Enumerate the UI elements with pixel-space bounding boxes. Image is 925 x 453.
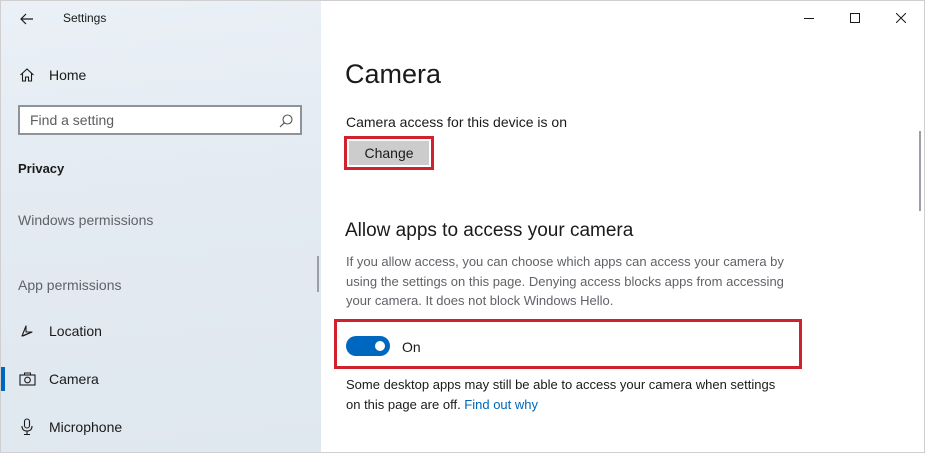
app-title: Settings	[63, 11, 107, 25]
settings-window: Settings Home Privacy Windows permission…	[0, 0, 925, 453]
sidebar-item-label: Microphone	[49, 419, 123, 435]
group-label-windows-permissions: Windows permissions	[18, 212, 154, 228]
change-button-highlight: Change	[344, 136, 434, 170]
back-button[interactable]	[15, 7, 39, 31]
search-icon[interactable]	[278, 113, 294, 129]
page-title: Camera	[345, 59, 442, 89]
camera-icon	[18, 370, 36, 388]
allow-apps-toggle[interactable]	[346, 336, 390, 356]
camera-access-status: Camera access for this device is on	[346, 114, 567, 130]
search-box	[18, 105, 302, 135]
sidebar: Settings Home Privacy Windows permission…	[1, 1, 321, 452]
toggle-knob	[375, 341, 385, 351]
desktop-apps-note: Some desktop apps may still be able to a…	[346, 375, 786, 414]
main-scrollbar[interactable]	[919, 131, 921, 211]
home-icon	[18, 66, 36, 84]
location-icon	[18, 322, 36, 340]
main-content: Camera Camera access for this device is …	[321, 1, 924, 452]
toggle-highlight: On	[334, 319, 802, 369]
note-text: Some desktop apps may still be able to a…	[346, 377, 776, 412]
sidebar-item-label: Location	[49, 323, 102, 339]
section-title: Allow apps to access your camera	[345, 220, 634, 241]
sidebar-section-title: Privacy	[18, 161, 65, 176]
sidebar-item-home[interactable]: Home	[1, 55, 321, 95]
sidebar-item-location[interactable]: Location	[1, 311, 321, 351]
section-description: If you allow access, you can choose whic…	[346, 254, 784, 308]
toggle-state-label: On	[402, 339, 421, 355]
change-button[interactable]: Change	[349, 141, 429, 165]
group-label-app-permissions: App permissions	[18, 277, 122, 293]
back-arrow-icon	[20, 13, 33, 25]
sidebar-item-microphone[interactable]: Microphone	[1, 407, 321, 447]
search-input[interactable]	[20, 111, 272, 129]
microphone-icon	[18, 418, 36, 436]
sidebar-item-label: Home	[49, 67, 87, 83]
sidebar-item-label: Camera	[49, 371, 99, 387]
find-out-why-link[interactable]: Find out why	[464, 397, 538, 412]
sidebar-scrollbar[interactable]	[317, 256, 319, 292]
sidebar-item-camera[interactable]: Camera	[1, 359, 321, 399]
